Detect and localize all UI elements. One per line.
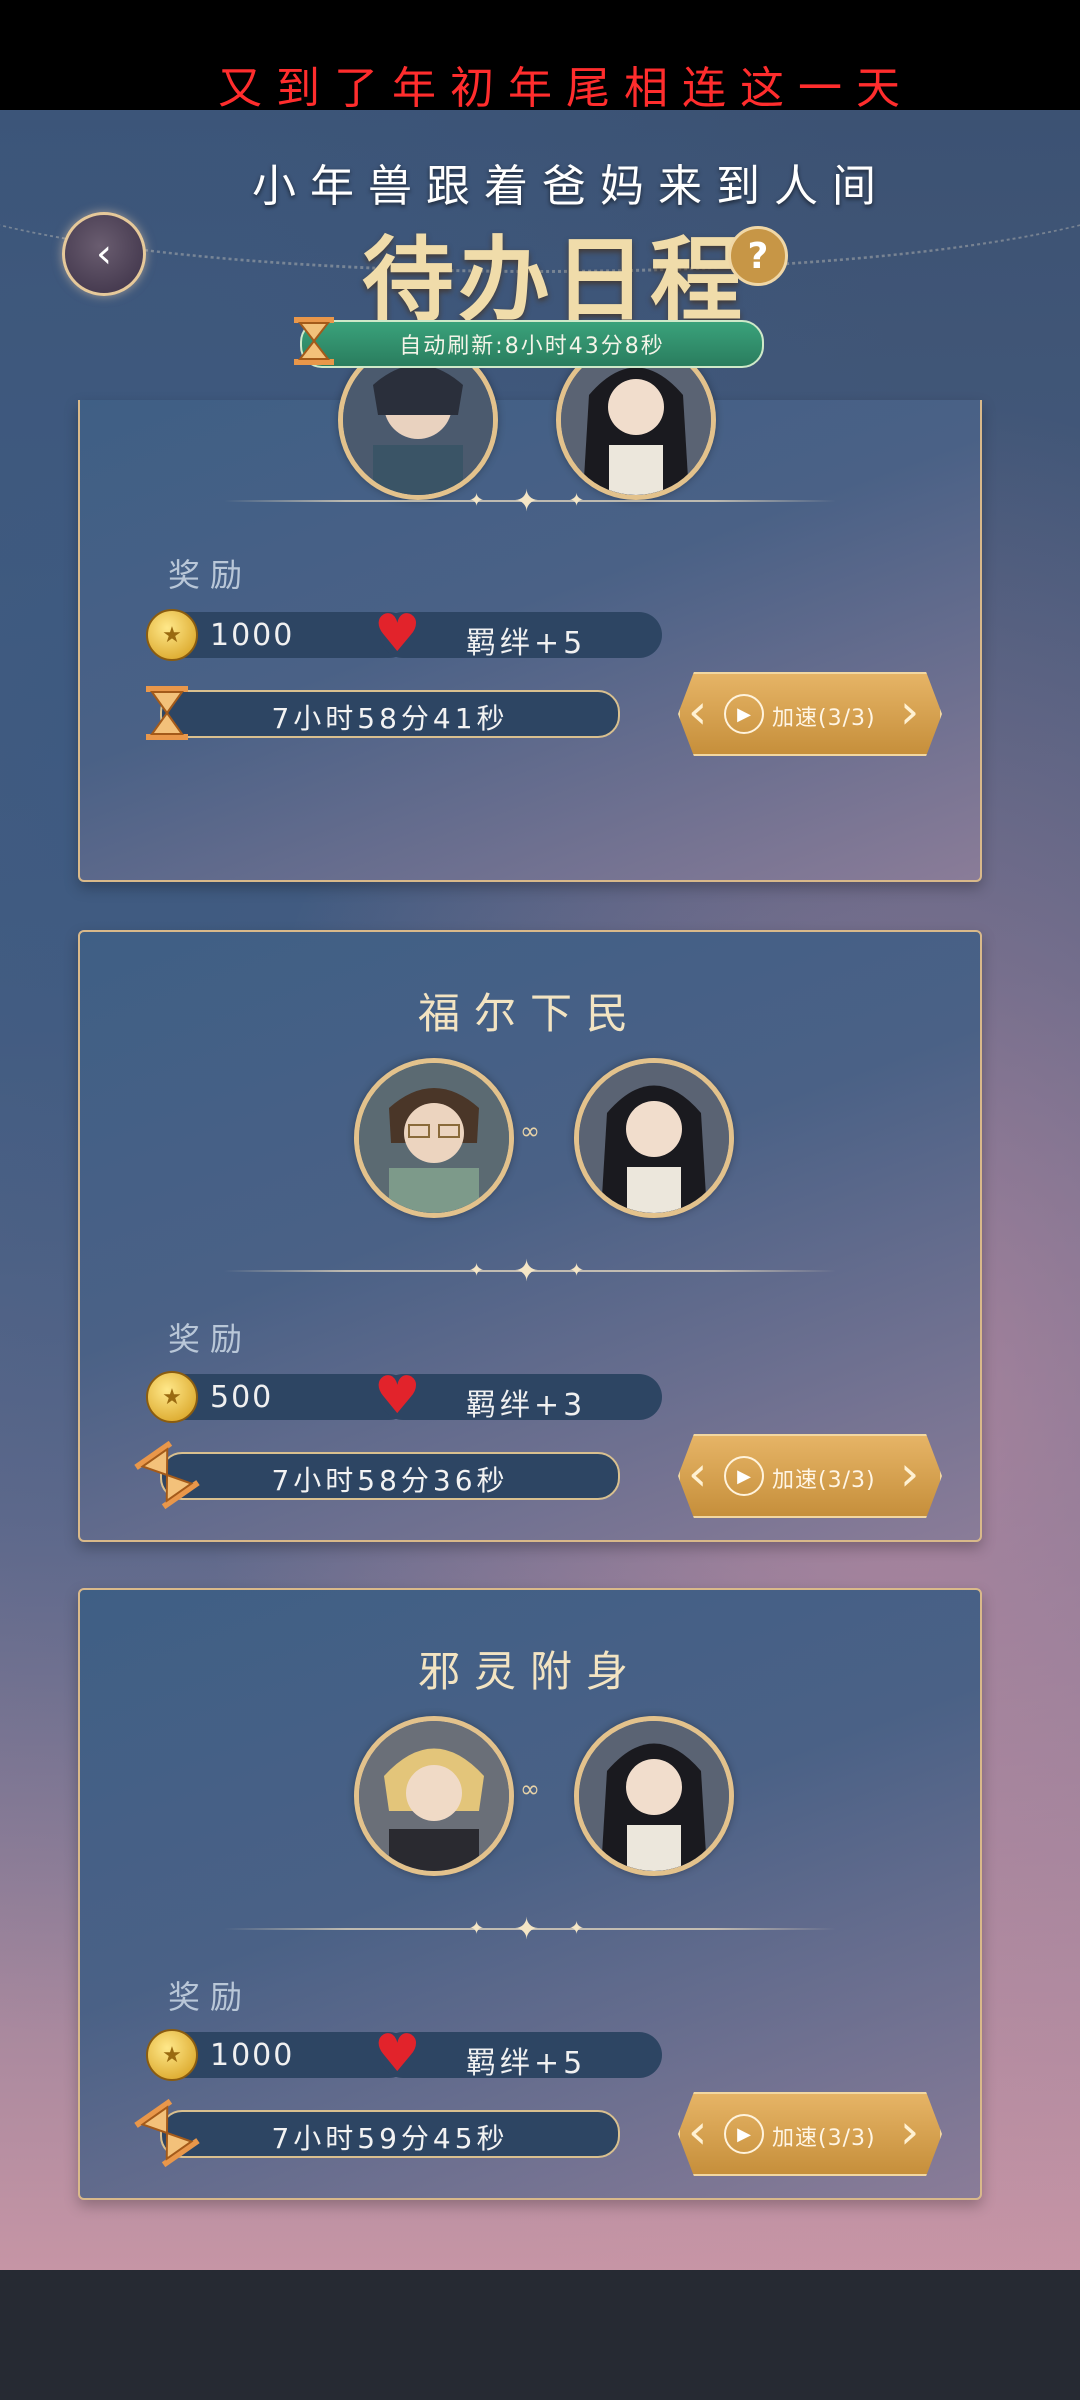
heart-icon: ♥ xyxy=(374,1366,421,1426)
coin-icon: ★ xyxy=(146,1371,198,1423)
bottom-nav-bar xyxy=(0,2270,1080,2400)
reward-label: 奖励 xyxy=(168,1978,253,2016)
chevron-left-icon: ‹ xyxy=(688,2104,708,2160)
coin-reward: ★ 1000 xyxy=(146,609,412,661)
character-avatar-female[interactable] xyxy=(574,1058,734,1218)
timer-text: 7小时58分41秒 xyxy=(271,702,509,735)
timer-text: 7小时58分36秒 xyxy=(271,1464,509,1497)
chevron-left-icon: ‹ xyxy=(688,684,708,740)
play-icon: ▶ xyxy=(724,1456,764,1496)
reward-label: 奖励 xyxy=(168,556,253,594)
link-icon: ∞ xyxy=(520,1117,540,1145)
bond-amount: 羁绊+5 xyxy=(466,2046,587,2081)
chevron-right-icon: › xyxy=(900,684,920,740)
speed-up-button[interactable]: ‹ ▶ 加速(3/3) › xyxy=(678,2092,942,2176)
schedule-card-3: 邪灵附身 ∞ ✦ ✦ ✦ 奖励 ★ 1000 ♥ 羁绊+5 7小时59分45秒 ‹ … xyxy=(78,1588,982,2200)
speed-label: 加速(3/3) xyxy=(772,1468,876,1493)
help-button[interactable]: ? xyxy=(728,226,788,286)
schedule-card-2: 福尔下民 ∞ ✦ ✦ ✦ 奖励 ★ 500 ♥ 羁绊+3 7小时58分36秒 ‹ ▶… xyxy=(78,930,982,1542)
coin-icon: ★ xyxy=(146,609,198,661)
coin-amount: 500 xyxy=(210,1380,274,1415)
character-avatar-female[interactable] xyxy=(574,1716,734,1876)
link-icon: ∞ xyxy=(520,1775,540,1803)
bond-amount: 羁绊+5 xyxy=(466,626,587,661)
bond-reward: ♥ 羁绊+5 xyxy=(374,2026,662,2082)
chevron-right-icon: › xyxy=(900,1446,920,1502)
coin-amount: 1000 xyxy=(210,618,295,653)
card-divider: ✦ ✦ ✦ xyxy=(224,1254,836,1289)
countdown-timer: 7小时58分41秒 xyxy=(146,686,620,740)
card-divider: ✦ ✦ ✦ xyxy=(224,484,836,519)
auto-refresh-timer: 自动刷新:8小时43分8秒 xyxy=(300,320,764,368)
chevron-right-icon: › xyxy=(900,2104,920,2160)
speed-up-button[interactable]: ‹ ▶ 加速(3/3) › xyxy=(678,672,942,756)
back-button[interactable]: ‹ xyxy=(62,212,146,296)
speed-label: 加速(3/3) xyxy=(772,706,876,731)
hourglass-icon xyxy=(294,317,334,365)
coin-reward: ★ 1000 xyxy=(146,2029,412,2081)
character-avatar-male[interactable] xyxy=(354,1058,514,1218)
game-scene: ✦ ✦ ✦ 奖励 ★ 1000 ♥ 羁绊+5 7小时58分41秒 ‹ ▶ 加速(3/… xyxy=(0,110,1080,2270)
bond-amount: 羁绊+3 xyxy=(466,1388,587,1423)
timer-text: 7小时59分45秒 xyxy=(271,2122,509,2155)
play-icon: ▶ xyxy=(724,694,764,734)
coin-reward: ★ 500 xyxy=(146,1371,412,1423)
bond-reward: ♥ 羁绊+5 xyxy=(374,606,662,662)
bond-reward: ♥ 羁绊+3 xyxy=(374,1368,662,1424)
character-avatar-male[interactable] xyxy=(354,1716,514,1876)
subtitle-caption-overlay: 小年兽跟着爸妈来到人间 xyxy=(252,161,890,212)
heart-icon: ♥ xyxy=(374,604,421,664)
coin-amount: 1000 xyxy=(210,2038,295,2073)
question-icon: ? xyxy=(747,235,769,277)
coin-icon: ★ xyxy=(146,2029,198,2081)
play-icon: ▶ xyxy=(724,2114,764,2154)
speed-label: 加速(3/3) xyxy=(772,2126,876,2151)
reward-label: 奖励 xyxy=(168,1320,253,1358)
card-divider: ✦ ✦ ✦ xyxy=(224,1912,836,1947)
heart-icon: ♥ xyxy=(374,2024,421,2084)
chevron-left-icon: ‹ xyxy=(688,1446,708,1502)
schedule-title: 福尔下民 xyxy=(417,989,642,1038)
schedule-title: 邪灵附身 xyxy=(417,1647,642,1696)
countdown-timer: 7小时59分45秒 xyxy=(134,2098,620,2168)
schedule-card-1: ✦ ✦ ✦ 奖励 ★ 1000 ♥ 羁绊+5 7小时58分41秒 ‹ ▶ 加速(3/… xyxy=(78,340,982,882)
speed-up-button[interactable]: ‹ ▶ 加速(3/3) › xyxy=(678,1434,942,1518)
countdown-timer: 7小时58分36秒 xyxy=(134,1440,620,1510)
subtitle-caption-top: 又到了年初年尾相连这一天 xyxy=(218,63,914,114)
back-arrow-icon: ‹ xyxy=(96,231,112,277)
